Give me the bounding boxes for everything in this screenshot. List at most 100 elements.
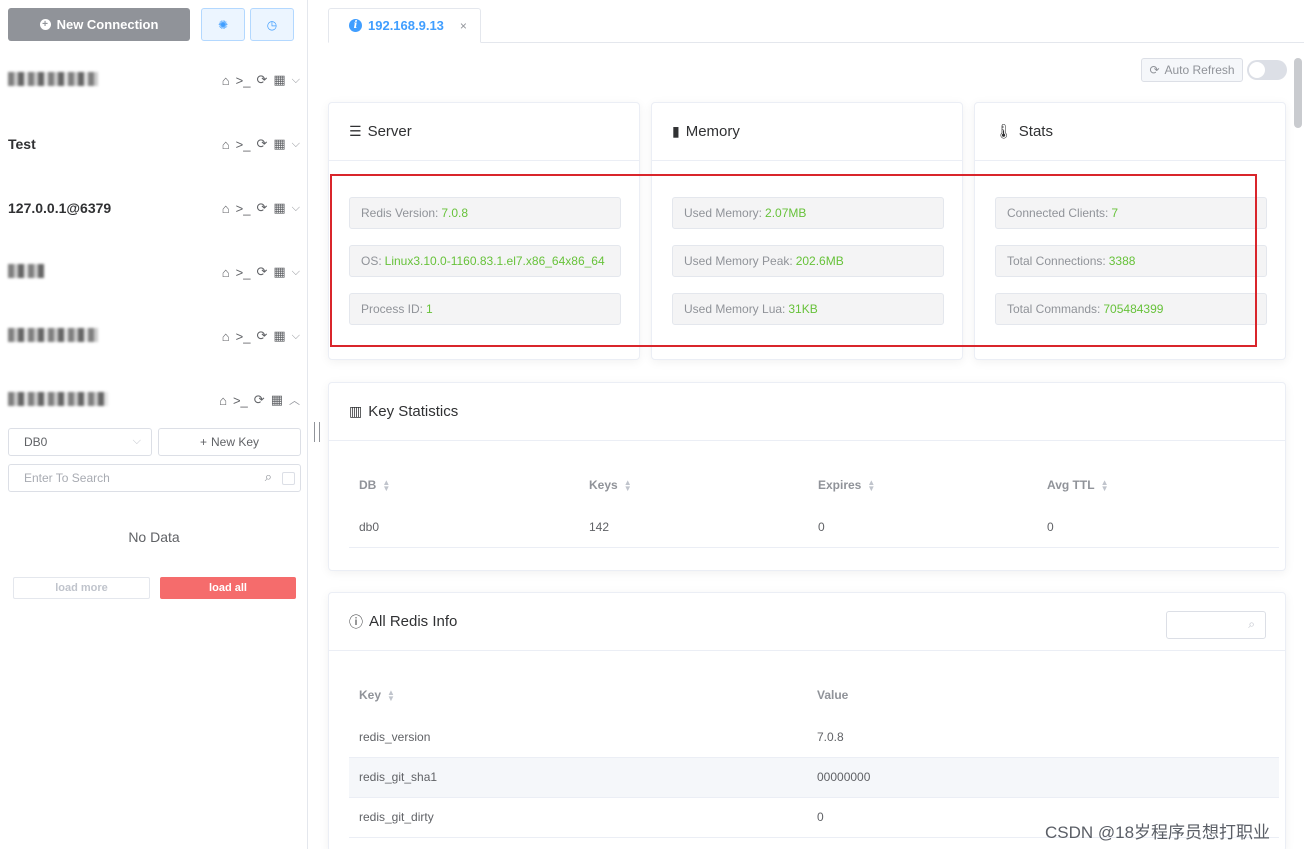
terminal-icon[interactable]: >_ bbox=[236, 265, 251, 280]
new-connection-label: New Connection bbox=[56, 17, 159, 32]
toggle-knob bbox=[1249, 62, 1265, 78]
refresh-icon[interactable]: ⟳ bbox=[256, 136, 267, 152]
connection-item[interactable]: ⌂ >_ ⟳ ▦ ⌵ bbox=[8, 321, 300, 351]
settings-button[interactable]: ✺ bbox=[201, 8, 245, 41]
connection-item-expanded[interactable]: ⌂ >_ ⟳ ▦ ︿ bbox=[8, 385, 300, 415]
terminal-icon[interactable]: >_ bbox=[236, 137, 251, 152]
close-icon[interactable]: × bbox=[460, 19, 467, 33]
table-row: db0 142 0 0 bbox=[349, 507, 1279, 548]
grid-icon[interactable]: ▦ bbox=[273, 328, 285, 344]
redis-info-table: Key ▲ ▼ Value redis_version 7.0.8 redis_gi… bbox=[349, 673, 1279, 838]
home-icon[interactable]: ⌂ bbox=[222, 137, 230, 152]
refresh-icon[interactable]: ⟳ bbox=[256, 200, 267, 216]
no-data-text: No Data bbox=[128, 529, 180, 545]
table-cell: 7.0.8 bbox=[807, 717, 1279, 758]
exact-search-checkbox[interactable] bbox=[282, 472, 295, 485]
home-icon[interactable]: ⌂ bbox=[222, 265, 230, 280]
table-cell: 0 bbox=[1037, 507, 1279, 548]
chevron-down-icon[interactable]: ⌵ bbox=[292, 266, 300, 279]
refresh-icon[interactable]: ⟳ bbox=[254, 392, 265, 408]
terminal-icon[interactable]: >_ bbox=[236, 73, 251, 88]
home-icon[interactable]: ⌂ bbox=[219, 393, 227, 408]
terminal-icon[interactable]: >_ bbox=[233, 393, 248, 408]
gear-icon: ✺ bbox=[217, 17, 229, 32]
chevron-down-icon[interactable]: ⌵ bbox=[292, 330, 300, 343]
plus-icon: + bbox=[199, 435, 207, 449]
home-icon[interactable]: ⌂ bbox=[222, 73, 230, 88]
tab-server[interactable]: i 192.168.9.13 × bbox=[328, 8, 481, 43]
connection-name-redacted bbox=[8, 327, 222, 345]
clock-icon: ◷ bbox=[266, 17, 278, 32]
card-title: Memory bbox=[685, 123, 740, 140]
home-icon[interactable]: ⌂ bbox=[222, 201, 230, 216]
chevron-down-icon[interactable]: ⌵ bbox=[292, 74, 300, 87]
connection-item[interactable]: ⌂ >_ ⟳ ▦ ⌵ bbox=[8, 65, 300, 95]
grid-icon[interactable]: ▦ bbox=[273, 72, 285, 88]
column-header[interactable]: Keys ▲ ▼ bbox=[579, 463, 808, 507]
column-header[interactable]: Key ▲ ▼ bbox=[349, 673, 807, 717]
card-title: All Redis Info bbox=[369, 613, 458, 630]
grid-icon[interactable]: ▦ bbox=[271, 392, 283, 408]
table-cell: 0 bbox=[808, 507, 1037, 548]
home-icon[interactable]: ⌂ bbox=[222, 329, 230, 344]
refresh-icon[interactable]: ⟳ bbox=[256, 72, 267, 88]
search-icon[interactable]: ⌕ bbox=[265, 469, 272, 485]
grid-icon[interactable]: ▦ bbox=[273, 200, 285, 216]
scrollbar-thumb[interactable] bbox=[1294, 58, 1302, 128]
auto-refresh-toggle[interactable] bbox=[1247, 60, 1287, 80]
key-statistics-card: ▥ Key Statistics DB ▲ ▼ Keys ▲ ▼ Expires ▲ ▼ A… bbox=[328, 382, 1286, 571]
card-header: ⓘ All Redis Info bbox=[329, 593, 1285, 651]
table-cell: db0 bbox=[349, 507, 579, 548]
connection-name-redacted bbox=[8, 391, 219, 409]
search-input[interactable] bbox=[9, 465, 249, 491]
refresh-icon[interactable]: ⟳ bbox=[256, 264, 267, 280]
card-title: Server bbox=[367, 123, 412, 140]
column-header[interactable]: Expires ▲ ▼ bbox=[808, 463, 1037, 507]
new-connection-button[interactable]: + New Connection bbox=[8, 8, 190, 41]
info-search-input[interactable]: ⌕ bbox=[1166, 611, 1266, 639]
new-key-button[interactable]: + New Key bbox=[158, 428, 301, 456]
connection-item[interactable]: Test ⌂ >_ ⟳ ▦ ⌵ bbox=[8, 129, 300, 159]
card-title: Key Statistics bbox=[368, 403, 459, 420]
connection-name: Test bbox=[8, 136, 36, 152]
table-cell: 142 bbox=[579, 507, 808, 548]
tab-title: 192.168.9.13 bbox=[368, 18, 444, 33]
sort-icon: ▲ ▼ bbox=[867, 477, 876, 493]
db-select[interactable]: DB0 ⌵ bbox=[8, 428, 152, 456]
chevron-down-icon[interactable]: ⌵ bbox=[292, 202, 300, 215]
grid-icon[interactable]: ▦ bbox=[273, 136, 285, 152]
plus-circle-icon: + bbox=[39, 19, 51, 30]
table-header-row: DB ▲ ▼ Keys ▲ ▼ Expires ▲ ▼ Avg TTL ▲ ▼ bbox=[349, 463, 1279, 507]
connection-name-redacted bbox=[8, 71, 222, 89]
grid-icon[interactable]: ▦ bbox=[273, 264, 285, 280]
search-icon: ⌕ bbox=[1248, 617, 1255, 631]
refresh-icon[interactable]: ⟳ bbox=[256, 328, 267, 344]
column-header[interactable]: Avg TTL ▲ ▼ bbox=[1037, 463, 1279, 507]
load-more-button[interactable]: load more bbox=[13, 577, 150, 599]
chevron-down-icon[interactable]: ⌵ bbox=[292, 138, 300, 151]
sort-icon: ▲ ▼ bbox=[382, 477, 391, 493]
info-icon: i bbox=[349, 19, 362, 32]
column-header[interactable]: DB ▲ ▼ bbox=[349, 463, 579, 507]
card-header: 🌡︎ Stats bbox=[975, 103, 1285, 161]
terminal-icon[interactable]: >_ bbox=[236, 329, 251, 344]
key-search: ⌕ bbox=[8, 464, 301, 492]
connection-name: 127.0.0.1@6379 bbox=[8, 200, 112, 216]
connection-item[interactable]: 127.0.0.1@6379 ⌂ >_ ⟳ ▦ ⌵ bbox=[8, 193, 300, 223]
chevron-up-icon[interactable]: ︿ bbox=[289, 392, 300, 408]
table-row: redis_git_sha1 00000000 bbox=[349, 757, 1279, 798]
sort-icon: ▲ ▼ bbox=[1100, 477, 1109, 493]
thermometer-icon: 🌡︎ bbox=[995, 123, 1013, 139]
load-all-button[interactable]: load all bbox=[160, 577, 296, 599]
sort-icon: ▲ ▼ bbox=[623, 477, 632, 493]
table-cell: redis_git_dirty bbox=[349, 797, 807, 838]
terminal-icon[interactable]: >_ bbox=[236, 201, 251, 216]
history-button[interactable]: ◷ bbox=[250, 8, 294, 41]
table-row: redis_version 7.0.8 bbox=[349, 717, 1279, 758]
auto-refresh-button[interactable]: ⟳ Auto Refresh bbox=[1141, 58, 1243, 82]
resize-handle[interactable] bbox=[314, 422, 320, 442]
table-cell: redis_git_sha1 bbox=[349, 757, 807, 798]
server-icon: ☰ bbox=[349, 123, 362, 139]
connection-item[interactable]: ⌂ >_ ⟳ ▦ ⌵ bbox=[8, 257, 300, 287]
refresh-icon: ⟳ bbox=[1149, 63, 1160, 77]
